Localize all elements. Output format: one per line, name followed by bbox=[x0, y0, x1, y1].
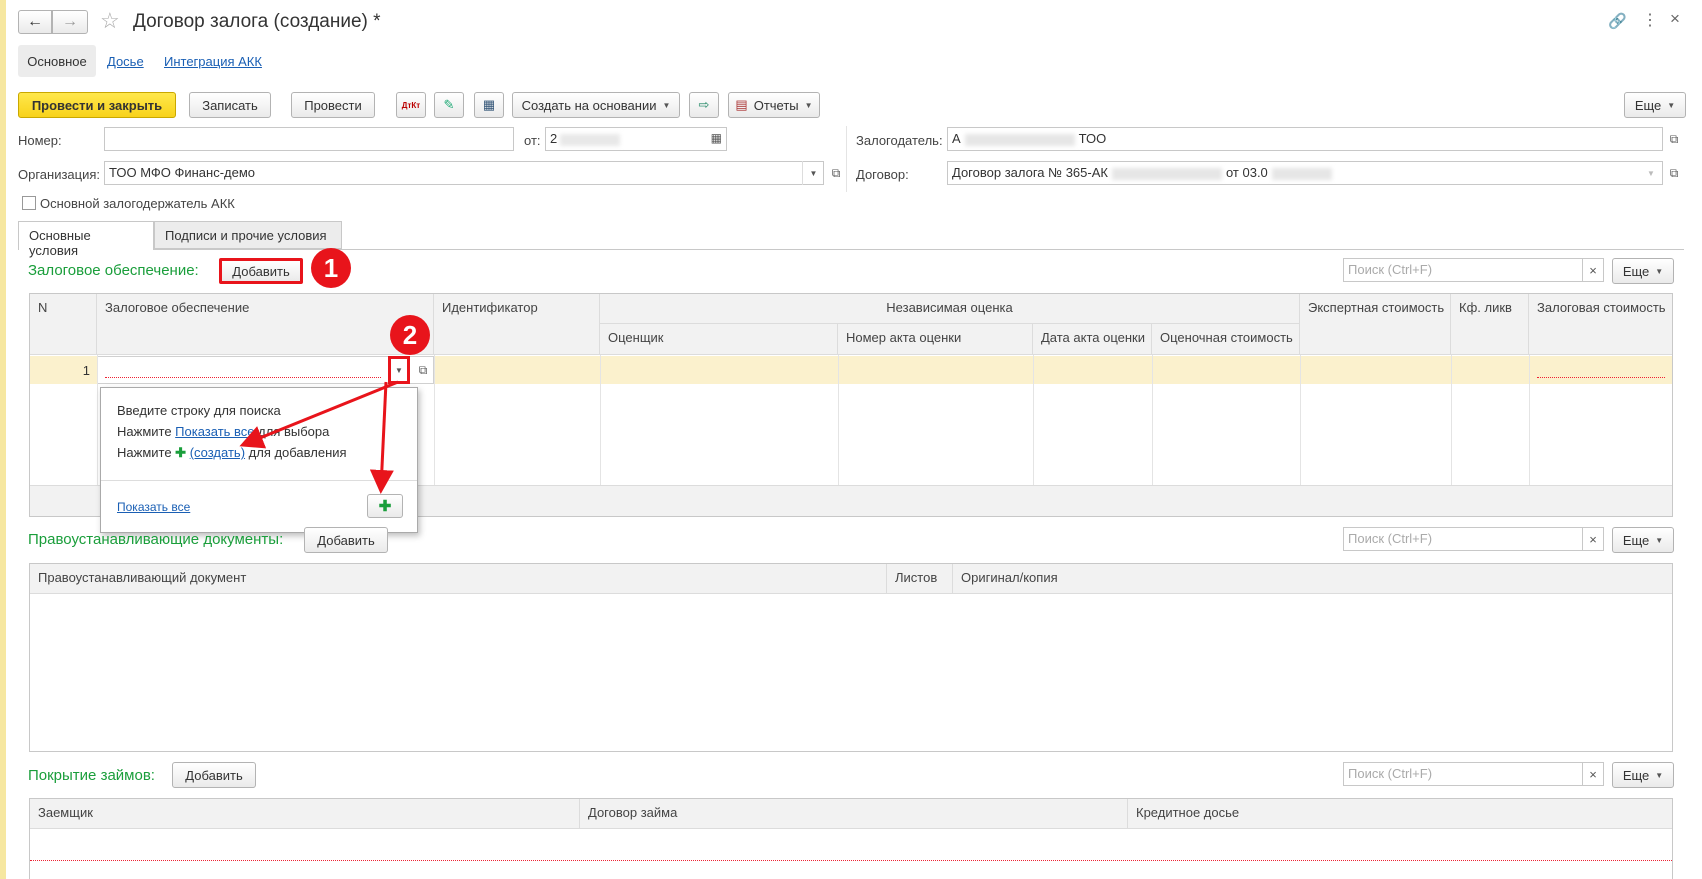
loans-search-input[interactable]: Поиск (Ctrl+F) bbox=[1343, 762, 1583, 786]
loans-title: Покрытие займов: bbox=[28, 767, 155, 784]
col-borrower[interactable]: Заемщик bbox=[30, 799, 580, 829]
title-docs-search-input[interactable]: Поиск (Ctrl+F) bbox=[1343, 527, 1583, 551]
title-docs-more-button[interactable]: Еще ▼ bbox=[1612, 527, 1674, 553]
chevron-down-icon: ▼ bbox=[1655, 770, 1664, 780]
title-docs-add-button[interactable]: Добавить bbox=[304, 527, 388, 553]
col-sheets[interactable]: Листов bbox=[887, 564, 953, 594]
col-title-doc[interactable]: Правоустанавливающий документ bbox=[30, 564, 887, 594]
required-underline bbox=[30, 860, 1672, 861]
loans-more-button[interactable]: Еще ▼ bbox=[1612, 762, 1674, 788]
clear-icon[interactable]: × bbox=[1582, 527, 1604, 551]
col-loan-contract[interactable]: Договор займа bbox=[580, 799, 1128, 829]
loans-add-button[interactable]: Добавить bbox=[172, 762, 256, 788]
chevron-down-icon: ▼ bbox=[1655, 535, 1664, 545]
more-label: Еще bbox=[1622, 767, 1650, 783]
more-label: Еще bbox=[1622, 532, 1650, 548]
col-original-copy[interactable]: Оригинал/копия bbox=[953, 564, 1672, 594]
clear-icon[interactable]: × bbox=[1582, 762, 1604, 786]
title-docs-title: Правоустанавливающие документы: bbox=[28, 531, 284, 548]
col-credit-dossier[interactable]: Кредитное досье bbox=[1128, 799, 1672, 829]
